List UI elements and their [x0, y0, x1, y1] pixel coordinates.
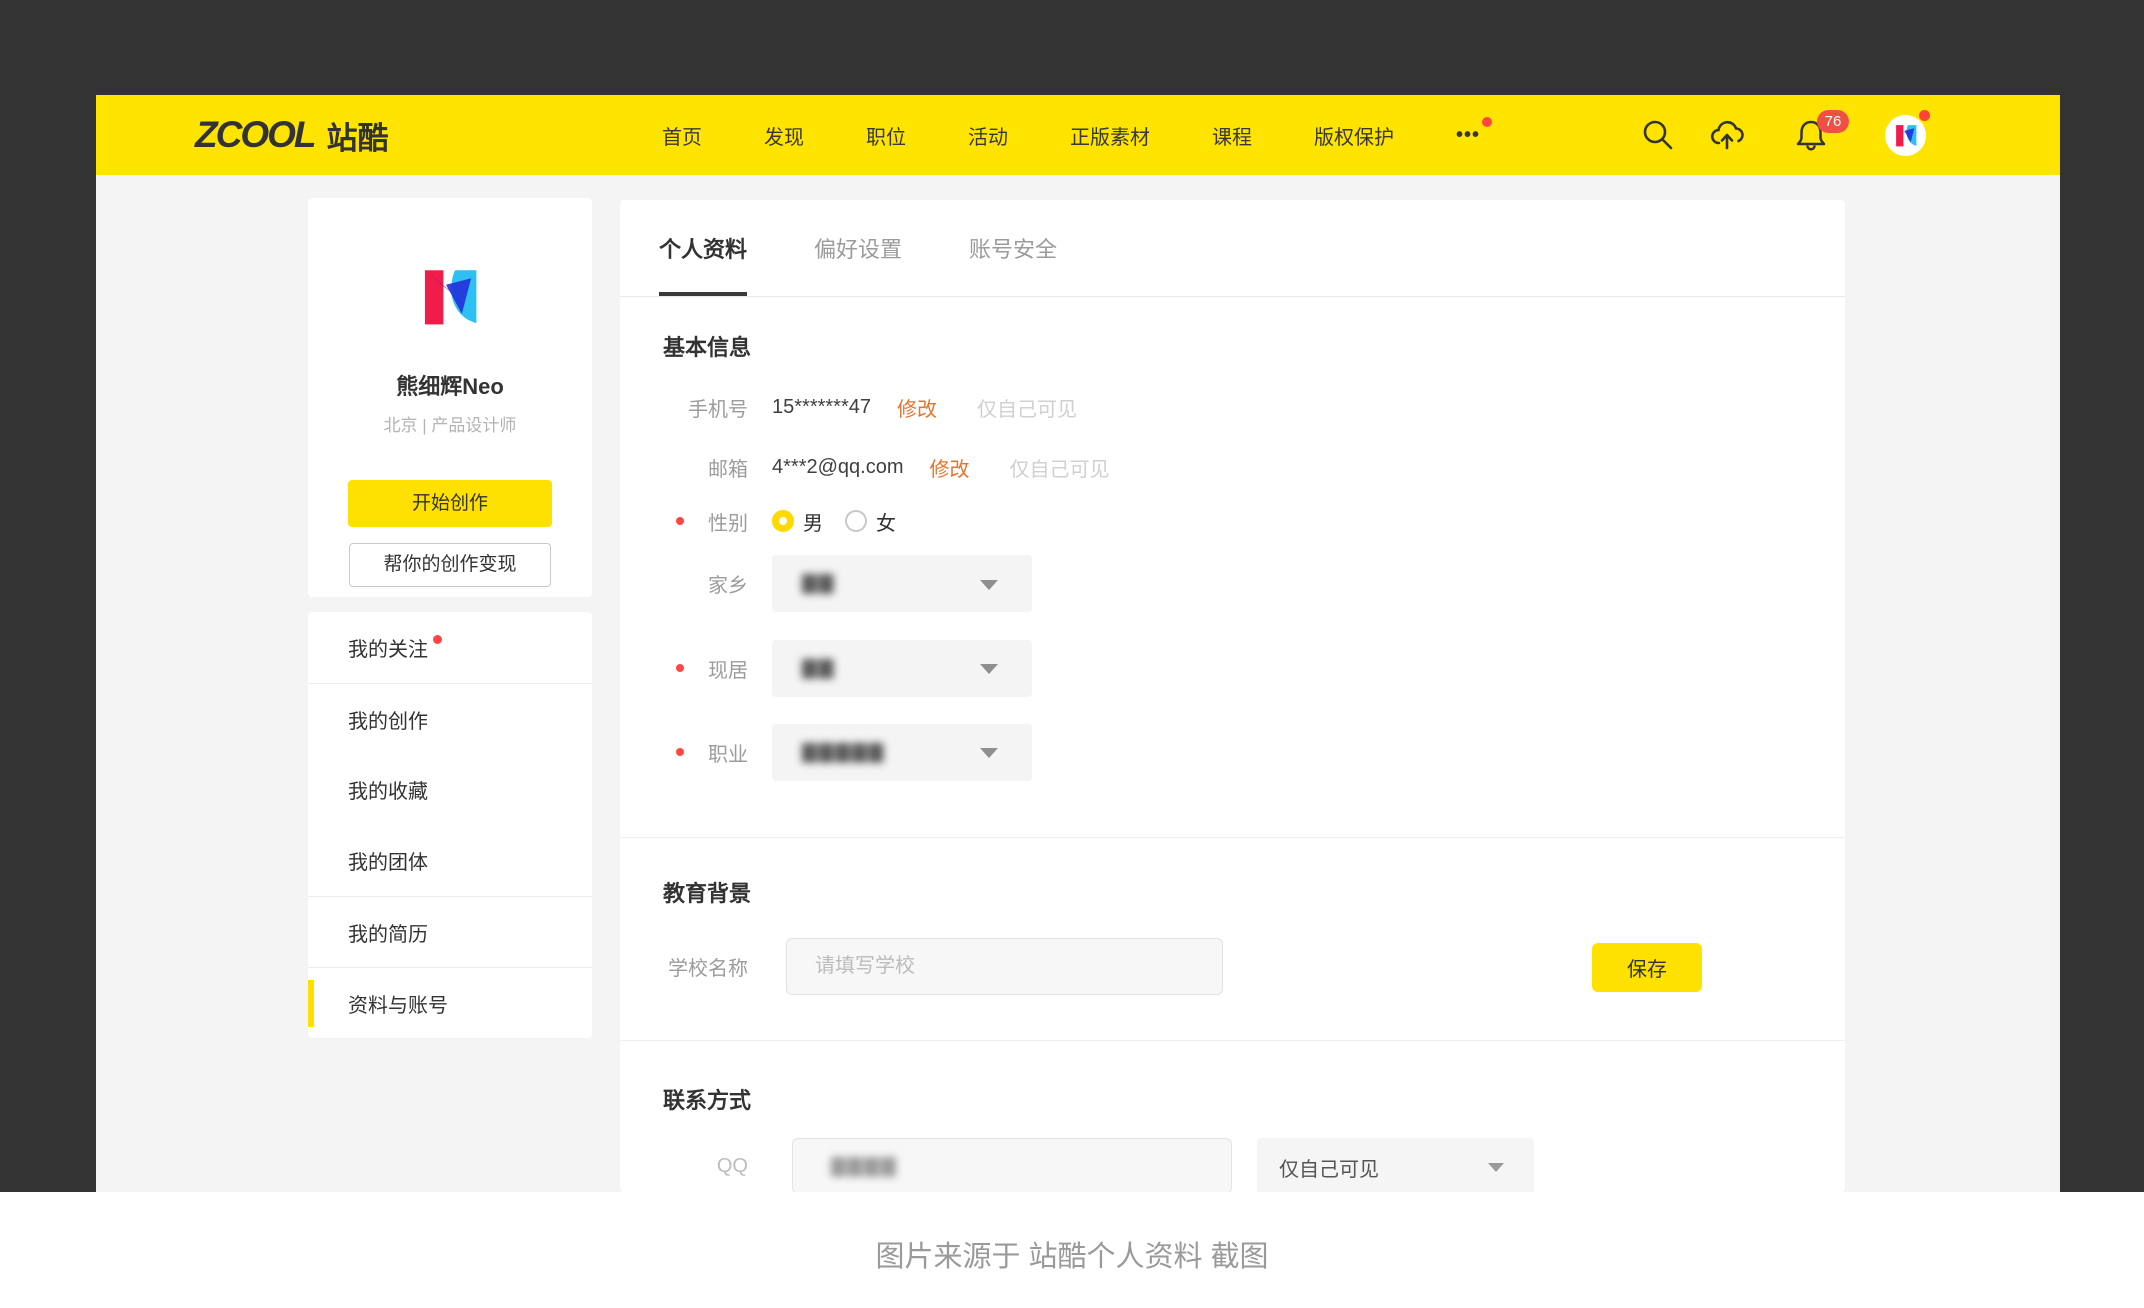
nav-item-copyright[interactable]: 版权保护: [1314, 121, 1394, 150]
chevron-down-icon: [980, 580, 998, 590]
zcool-logo-text: ZCOOL: [195, 114, 314, 156]
screenshot-stage: ZCOOL 站酷 首页 发现 职位 活动 正版素材 课程 版权保护 •••: [0, 0, 2144, 1308]
sidebar-item-my-follows[interactable]: 我的关注: [308, 612, 592, 683]
sidebar-item-my-groups[interactable]: 我的团体: [308, 825, 592, 896]
occupation-select[interactable]: ▇▇▇▇▇: [772, 724, 1032, 781]
radio-female[interactable]: [845, 510, 867, 532]
tab-personal-profile[interactable]: 个人资料: [659, 200, 747, 296]
save-button[interactable]: 保存: [1592, 943, 1702, 992]
qq-input[interactable]: ▇▇▇▇: [792, 1138, 1232, 1192]
hometown-row: 家乡 ▇▇: [663, 555, 1032, 612]
residence-select[interactable]: ▇▇: [772, 640, 1032, 697]
chevron-down-icon: [1488, 1163, 1504, 1172]
phone-value: 15*******47: [772, 396, 871, 419]
section-divider: [620, 1040, 1845, 1041]
content-area: 熊细辉Neo 北京 | 产品设计师 开始创作 帮你的创作变现 我的关注 我的创作…: [96, 175, 2060, 1192]
basic-info-heading: 基本信息: [663, 330, 751, 362]
radio-female-label[interactable]: 女: [876, 507, 896, 536]
notification-badge: 76: [1817, 110, 1849, 133]
email-edit-link[interactable]: 修改: [929, 453, 969, 482]
avatar-n-logo-icon: [1893, 123, 1919, 149]
school-label: 学校名称: [663, 952, 748, 981]
sidebar-item-label: 我的创作: [348, 705, 428, 734]
nav-item-home[interactable]: 首页: [662, 121, 702, 150]
sidebar-item-my-creations[interactable]: 我的创作: [308, 683, 592, 754]
tab-preferences[interactable]: 偏好设置: [814, 200, 902, 296]
section-divider: [620, 837, 1845, 838]
contact-heading: 联系方式: [663, 1083, 751, 1115]
occupation-label: 职业: [663, 738, 748, 767]
sidebar-menu: 我的关注 我的创作 我的收藏 我的团体 我的简历 资料与账号: [308, 612, 592, 1038]
zcool-logo[interactable]: ZCOOL 站酷: [195, 95, 388, 175]
profile-card: 熊细辉Neo 北京 | 产品设计师 开始创作 帮你的创作变现: [308, 198, 592, 597]
tab-account-security[interactable]: 账号安全: [969, 200, 1057, 296]
monetize-button[interactable]: 帮你的创作变现: [349, 543, 551, 587]
school-row: 学校名称: [663, 938, 1223, 995]
residence-blurred-value: ▇▇: [802, 657, 835, 680]
sidebar-item-label: 我的团体: [348, 846, 428, 875]
email-label: 邮箱: [663, 453, 748, 482]
sidebar-item-my-resume[interactable]: 我的简历: [308, 896, 592, 967]
search-icon[interactable]: [1640, 117, 1676, 153]
gender-row: 性别 男 女: [663, 506, 896, 536]
chevron-down-icon: [980, 748, 998, 758]
hometown-blurred-value: ▇▇: [802, 572, 835, 595]
chevron-down-icon: [980, 664, 998, 674]
image-source-caption: 图片来源于 站酷个人资料 截图: [0, 1233, 2144, 1275]
occupation-blurred-value: ▇▇▇▇▇: [802, 741, 885, 764]
nav-item-jobs[interactable]: 职位: [866, 121, 906, 150]
residence-label: 现居: [663, 654, 748, 683]
tabs-divider: [620, 296, 1845, 297]
sidebar-item-my-collections[interactable]: 我的收藏: [308, 754, 592, 825]
occupation-row: 职业 ▇▇▇▇▇: [663, 723, 1032, 781]
settings-tabs: 个人资料 偏好设置 账号安全: [659, 200, 1057, 296]
follows-notification-dot: [433, 635, 442, 644]
nav-item-licensed-assets[interactable]: 正版素材: [1070, 121, 1150, 150]
avatar-notification-dot: [1919, 110, 1930, 121]
user-avatar[interactable]: [1885, 115, 1926, 156]
sidebar-item-profile-account[interactable]: 资料与账号: [308, 967, 592, 1038]
profile-avatar-n-logo[interactable]: [416, 265, 484, 331]
email-row: 邮箱 4***2@qq.com 修改 仅自己可见: [663, 452, 1109, 482]
hometown-label: 家乡: [663, 569, 748, 598]
email-value: 4***2@qq.com: [772, 456, 903, 479]
gender-label: 性别: [663, 507, 748, 536]
sidebar-item-label: 资料与账号: [348, 989, 448, 1018]
phone-row: 手机号 15*******47 修改 仅自己可见: [663, 392, 1077, 422]
phone-label: 手机号: [663, 393, 748, 422]
qq-row: QQ ▇▇▇▇: [663, 1138, 1232, 1192]
zcool-site: ZCOOL 站酷 首页 发现 职位 活动 正版素材 课程 版权保护 •••: [96, 95, 2060, 1192]
nav-item-events[interactable]: 活动: [968, 121, 1008, 150]
hometown-select[interactable]: ▇▇: [772, 555, 1032, 612]
nav-item-more[interactable]: •••: [1456, 124, 1480, 147]
phone-visibility-note: 仅自己可见: [977, 393, 1077, 422]
sidebar-item-label: 我的关注: [348, 633, 428, 662]
nav-more-notification-dot: [1482, 117, 1492, 127]
qq-visibility-select[interactable]: 仅自己可见: [1257, 1138, 1534, 1192]
more-dots-label: •••: [1456, 124, 1480, 146]
qq-visibility-value: 仅自己可见: [1279, 1153, 1379, 1182]
nav-item-courses[interactable]: 课程: [1212, 121, 1252, 150]
sidebar-item-label: 我的简历: [348, 918, 428, 947]
zcool-logo-cn: 站酷: [326, 113, 388, 158]
start-creating-button[interactable]: 开始创作: [348, 480, 552, 527]
profile-meta: 北京 | 产品设计师: [308, 411, 592, 436]
radio-male-label[interactable]: 男: [803, 507, 823, 536]
school-input[interactable]: [786, 938, 1223, 995]
cloud-upload-icon[interactable]: [1709, 117, 1745, 153]
nav-item-discover[interactable]: 发现: [764, 121, 804, 150]
phone-edit-link[interactable]: 修改: [897, 393, 937, 422]
residence-row: 现居 ▇▇: [663, 639, 1032, 697]
settings-panel: 个人资料 偏好设置 账号安全 基本信息 手机号 15*******47 修改 仅…: [620, 200, 1845, 1192]
qq-label: QQ: [663, 1155, 748, 1178]
profile-name: 熊细辉Neo: [308, 369, 592, 401]
sidebar-item-label: 我的收藏: [348, 775, 428, 804]
radio-male-selected[interactable]: [772, 510, 794, 532]
education-heading: 教育背景: [663, 876, 751, 908]
email-visibility-note: 仅自己可见: [1009, 453, 1109, 482]
main-nav: 首页 发现 职位 活动 正版素材 课程 版权保护 •••: [662, 95, 1480, 175]
qq-blurred-value: ▇▇▇▇: [831, 1155, 897, 1178]
top-navigation-bar: ZCOOL 站酷 首页 发现 职位 活动 正版素材 课程 版权保护 •••: [96, 95, 2060, 175]
